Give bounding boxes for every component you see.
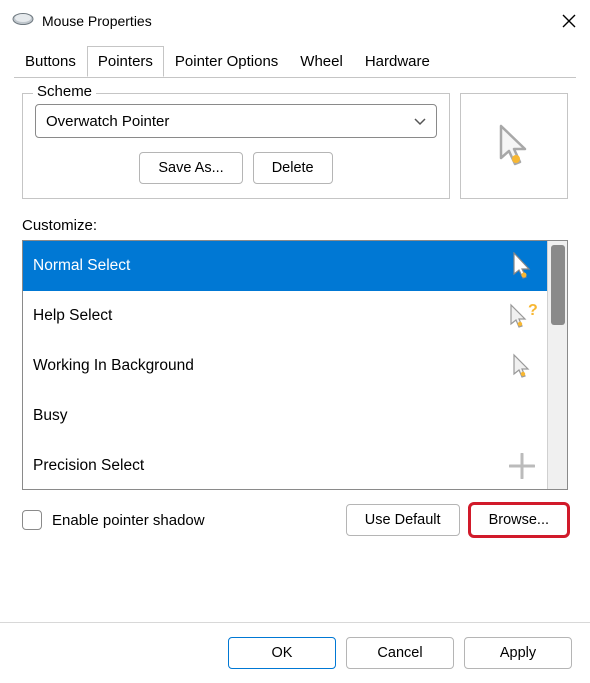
list-item[interactable]: Normal Select bbox=[23, 241, 547, 291]
titlebar: Mouse Properties bbox=[0, 0, 590, 42]
dialog-footer: OK Cancel Apply bbox=[0, 622, 590, 683]
save-as-button[interactable]: Save As... bbox=[139, 152, 242, 184]
tab-pointers[interactable]: Pointers bbox=[87, 46, 164, 77]
tabs: Buttons Pointers Pointer Options Wheel H… bbox=[0, 46, 590, 78]
tab-hardware[interactable]: Hardware bbox=[354, 46, 441, 77]
tab-content: Scheme Overwatch Pointer Save As... Dele… bbox=[0, 79, 590, 622]
cancel-button[interactable]: Cancel bbox=[346, 637, 454, 669]
svg-text:?: ? bbox=[528, 302, 537, 319]
mouse-icon bbox=[12, 12, 34, 31]
scrollbar-thumb[interactable] bbox=[551, 245, 565, 325]
ok-button[interactable]: OK bbox=[228, 637, 336, 669]
list-item[interactable]: Help Select ? bbox=[23, 291, 547, 341]
cursor-preview bbox=[460, 93, 568, 199]
list-item-label: Help Select bbox=[33, 307, 112, 325]
enable-shadow-label: Enable pointer shadow bbox=[52, 512, 205, 529]
scrollbar[interactable] bbox=[547, 241, 567, 489]
list-item[interactable]: Precision Select bbox=[23, 441, 547, 489]
list-item-label: Busy bbox=[33, 407, 67, 425]
pointer-precision-icon bbox=[507, 453, 537, 479]
tab-wheel[interactable]: Wheel bbox=[289, 46, 354, 77]
scheme-select[interactable]: Overwatch Pointer bbox=[35, 104, 437, 138]
scheme-legend: Scheme bbox=[33, 83, 96, 100]
list-item[interactable]: Busy bbox=[23, 391, 547, 441]
pointer-busy-bg-icon bbox=[507, 352, 537, 380]
enable-shadow-checkbox[interactable] bbox=[22, 510, 42, 530]
close-button[interactable] bbox=[560, 12, 578, 30]
list-item-label: Normal Select bbox=[33, 257, 130, 275]
list-item-label: Working In Background bbox=[33, 357, 194, 375]
tab-buttons[interactable]: Buttons bbox=[14, 46, 87, 77]
scheme-selected-value: Overwatch Pointer bbox=[46, 113, 169, 130]
chevron-down-icon bbox=[414, 113, 426, 130]
delete-button[interactable]: Delete bbox=[253, 152, 333, 184]
apply-button[interactable]: Apply bbox=[464, 637, 572, 669]
browse-button[interactable]: Browse... bbox=[470, 504, 568, 536]
scheme-fieldset: Scheme Overwatch Pointer Save As... Dele… bbox=[22, 93, 450, 199]
pointer-arrow-icon bbox=[507, 252, 537, 280]
window-title: Mouse Properties bbox=[42, 13, 560, 29]
customize-label: Customize: bbox=[22, 217, 568, 234]
pointer-help-icon: ? bbox=[507, 302, 537, 330]
mouse-properties-dialog: Mouse Properties Buttons Pointers Pointe… bbox=[0, 0, 590, 683]
tab-pointer-options[interactable]: Pointer Options bbox=[164, 46, 289, 77]
cursor-list: Normal Select Help Select ? Working In B… bbox=[22, 240, 568, 490]
list-item[interactable]: Working In Background bbox=[23, 341, 547, 391]
use-default-button[interactable]: Use Default bbox=[346, 504, 460, 536]
list-item-label: Precision Select bbox=[33, 457, 144, 475]
